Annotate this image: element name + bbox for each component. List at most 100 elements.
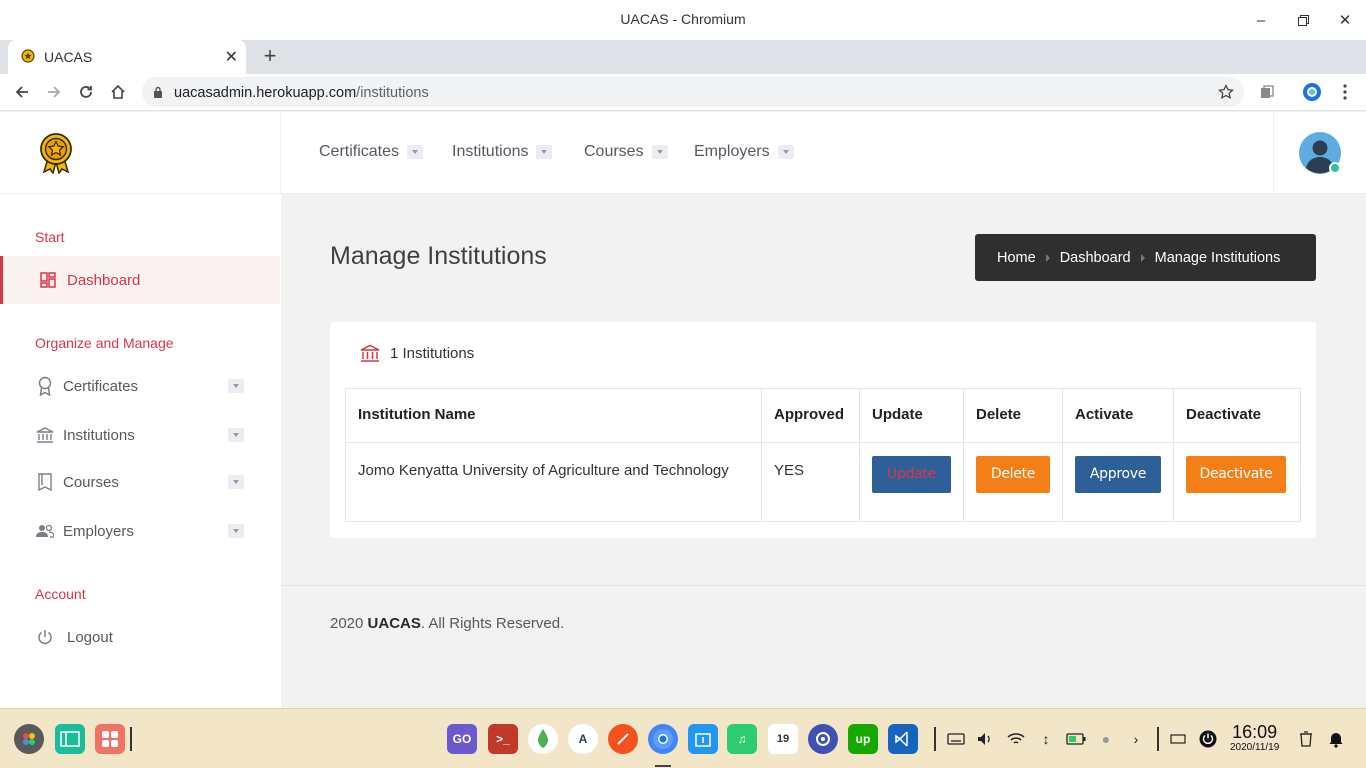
mongodb-icon[interactable] (528, 724, 558, 754)
usb-icon[interactable]: ↕ (1036, 729, 1056, 749)
archive-icon[interactable] (688, 724, 718, 754)
clock-time: 16:09 (1232, 722, 1278, 742)
topnav-courses-label: Courses (584, 143, 644, 160)
notification-bell-icon[interactable] (1326, 729, 1346, 749)
app-store-icon[interactable] (95, 724, 125, 754)
maximize-button[interactable] (1291, 8, 1315, 32)
chevron-down-icon[interactable] (228, 428, 244, 442)
forward-button[interactable] (42, 80, 66, 104)
terminal-icon[interactable]: >_ (488, 724, 518, 754)
goland-icon[interactable]: GO (447, 724, 477, 754)
close-window-button[interactable]: ✕ (1333, 8, 1357, 32)
update-button[interactable]: Update (871, 456, 951, 493)
column-header: Approved (761, 388, 860, 443)
table-row: Jomo Kenyatta University of Agriculture … (345, 442, 1302, 522)
window-title: UACAS - Chromium (620, 11, 746, 27)
bluetooth-icon[interactable]: ● (1096, 729, 1116, 749)
institutions-count: 1 Institutions (390, 344, 475, 362)
files-app-icon[interactable] (55, 724, 85, 754)
chevron-down-icon[interactable] (228, 379, 244, 393)
institutions-card: 1 Institutions Institution Name Approved… (330, 322, 1316, 538)
sidebar-item-dashboard[interactable]: Dashboard (0, 256, 280, 304)
update-cell: Update (858, 442, 964, 522)
upwork-icon[interactable]: up (848, 724, 878, 754)
topnav-courses[interactable]: Courses (584, 143, 668, 161)
chevron-down-icon[interactable] (228, 475, 244, 489)
page-title: Manage Institutions (330, 242, 547, 270)
sidebar-item-logout-label: Logout (67, 628, 113, 646)
avatar (1299, 132, 1341, 174)
topnav-employers-label: Employers (694, 143, 770, 160)
reload-button[interactable] (74, 80, 98, 104)
topnav-employers[interactable]: Employers (694, 143, 794, 161)
android-studio-icon[interactable]: A (568, 724, 598, 754)
address-bar[interactable]: uacasadmin.herokuapp.com/institutions (142, 77, 1244, 107)
new-tab-button[interactable]: + (258, 44, 282, 68)
launcher-icon[interactable] (14, 724, 44, 754)
user-menu[interactable] (1273, 112, 1366, 194)
chromium-icon[interactable] (648, 724, 678, 754)
restore-icon (1297, 14, 1309, 26)
sidebar-item-certificates[interactable]: Certificates (0, 362, 280, 410)
sidebar-item-courses-label: Courses (63, 473, 119, 491)
music-app-icon[interactable]: ♫ (727, 724, 757, 754)
home-icon (111, 84, 125, 99)
vscode-icon[interactable] (888, 724, 918, 754)
extension-icon (1261, 85, 1274, 98)
home-button[interactable] (106, 80, 130, 104)
tab-strip: UACAS ✕ + (0, 40, 1366, 74)
sidebar-item-institutions[interactable]: Institutions (0, 411, 280, 459)
input-method-icon[interactable] (1168, 729, 1188, 749)
taskbar-clock[interactable]: 16:09 2020/11/19 (1230, 722, 1279, 754)
column-header: Activate (1061, 388, 1174, 443)
battery-icon[interactable] (1066, 729, 1086, 749)
delete-button[interactable]: Delete (975, 456, 1050, 493)
deactivate-button[interactable]: Deactivate (1185, 456, 1286, 493)
breadcrumb-home[interactable]: Home (997, 250, 1036, 266)
card-header: 1 Institutions (360, 344, 474, 362)
topnav-institutions-label: Institutions (452, 143, 529, 160)
wifi-icon[interactable] (1006, 729, 1026, 749)
topnav-certificates[interactable]: Certificates (319, 143, 424, 161)
browser-tab[interactable]: UACAS ✕ (8, 40, 246, 74)
keyboard-icon[interactable] (946, 729, 966, 749)
settings-app-icon[interactable] (808, 724, 838, 754)
sidebar-item-certificates-label: Certificates (63, 377, 139, 395)
sidebar-item-courses[interactable]: Courses (0, 458, 280, 506)
power-icon[interactable] (1198, 729, 1218, 749)
more-vert-icon (1343, 84, 1347, 100)
calendar-app-icon[interactable]: 19 (768, 724, 798, 754)
approve-button[interactable]: Approve (1074, 456, 1161, 493)
extension-button[interactable] (1255, 80, 1279, 104)
tab-close-icon[interactable]: ✕ (225, 47, 238, 67)
bookmark-star-icon (1218, 84, 1234, 100)
profile-button[interactable] (1300, 80, 1324, 104)
topnav-institutions[interactable]: Institutions (452, 143, 553, 161)
power-icon (35, 627, 55, 647)
profile-circle-icon (1303, 83, 1321, 101)
breadcrumb-current: Manage Institutions (1154, 249, 1281, 266)
app-header: Certificates Institutions Courses Employ… (0, 112, 1366, 194)
trash-icon[interactable] (1296, 729, 1316, 749)
table-header-row: Institution Name Approved Update Delete … (345, 388, 1302, 443)
footer-brand: UACAS (367, 615, 421, 632)
sidebar-item-logout[interactable]: Logout (0, 613, 280, 661)
taskbar-divider (934, 727, 936, 751)
topnav-certificates-label: Certificates (319, 143, 400, 160)
browser-menu-button[interactable] (1333, 80, 1357, 104)
back-button[interactable] (10, 80, 34, 104)
clock-date: 2020/11/19 (1230, 742, 1280, 753)
minimize-button[interactable]: – (1249, 8, 1273, 32)
breadcrumb-dashboard[interactable]: Dashboard (1060, 250, 1131, 266)
chevron-down-icon (407, 145, 424, 159)
sidebar-item-dashboard-label: Dashboard (67, 271, 141, 289)
tray-expand-icon[interactable]: › (1126, 729, 1146, 749)
chevron-down-icon[interactable] (228, 524, 244, 538)
postman-icon[interactable] (608, 724, 638, 754)
reload-icon (80, 86, 92, 98)
volume-icon[interactable] (975, 729, 995, 749)
url-text: uacasadmin.herokuapp.com/institutions (174, 85, 429, 101)
sidebar-item-employers[interactable]: Employers (0, 507, 280, 555)
users-icon (35, 521, 55, 541)
sidebar-item-employers-label: Employers (63, 522, 134, 540)
